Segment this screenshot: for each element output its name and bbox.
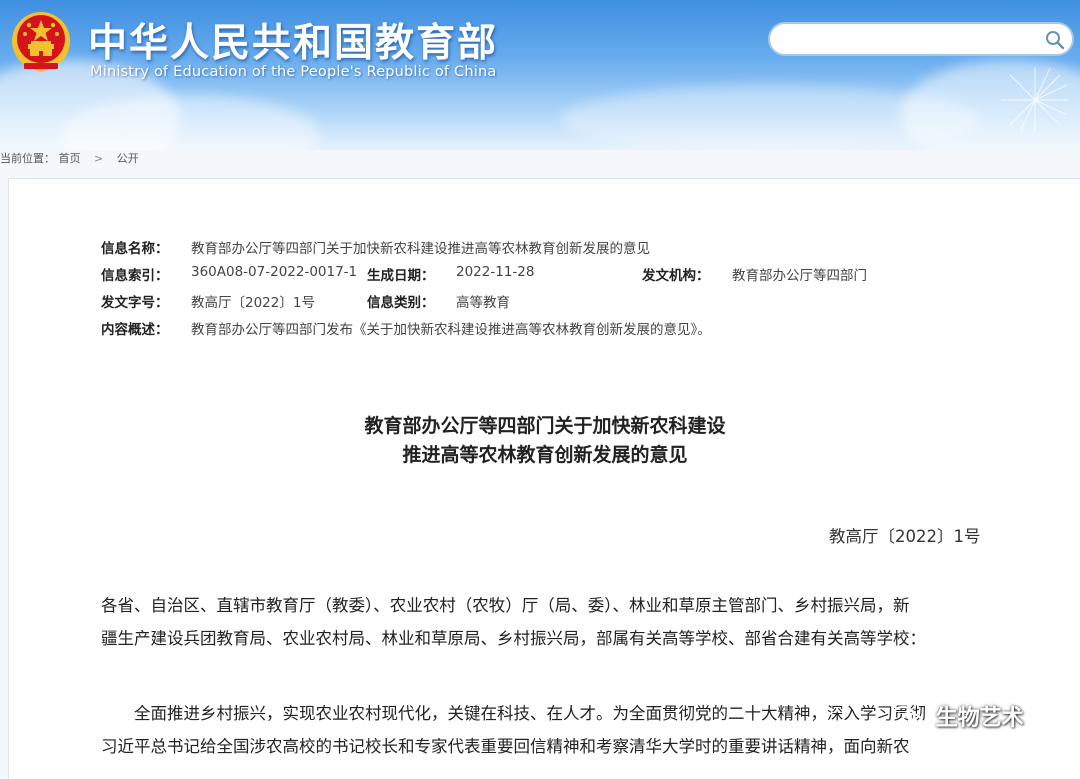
info-index-label: 信息索引： — [101, 268, 169, 284]
breadcrumb-label: 当前位置： — [0, 152, 55, 165]
document-number: 教高厅〔2022〕1号 — [829, 527, 981, 546]
info-index-value: 360A08-07-2022-0017-1 — [191, 264, 358, 280]
site-header: 中华人民共和国教育部 Ministry of Education of the … — [0, 0, 1080, 150]
info-category-value: 高等教育 — [456, 295, 510, 311]
info-date-label: 生成日期： — [367, 268, 435, 284]
search-input[interactable] — [782, 28, 1046, 52]
recipients-line-2: 疆生产建设兵团教育局、农业农村局、林业和草原局、乡村振兴局，部属有关高等学校、部… — [101, 629, 926, 648]
document-title-line-2: 推进高等农林教育创新发展的意见 — [402, 444, 688, 466]
info-name-value: 教育部办公厅等四部门关于加快新农科建设推进高等农林教育创新发展的意见 — [191, 241, 650, 257]
site-title[interactable]: 中华人民共和国教育部 — [88, 12, 498, 68]
document-title-line-1: 教育部办公厅等四部门关于加快新农科建设 — [364, 415, 726, 437]
breadcrumb-separator: > — [94, 152, 104, 165]
info-date-value: 2022-11-28 — [456, 264, 535, 280]
site-subtitle: Ministry of Education of the People's Re… — [90, 64, 497, 80]
watermark-text: 生物艺术 — [935, 706, 1024, 731]
info-name-label: 信息名称： — [101, 241, 169, 257]
info-docno-label: 发文字号： — [101, 295, 169, 311]
search-icon[interactable] — [1044, 29, 1066, 51]
watermark: 生物艺术 — [890, 700, 1024, 736]
wechat-icon — [890, 705, 924, 732]
info-docno-value: 教高厅〔2022〕1号 — [191, 295, 315, 311]
body-line-1: 全面推进乡村振兴，实现农业农村现代化，关键在科技、在人才。为全面贯彻党的二十大精… — [101, 704, 926, 723]
info-category-label: 信息类别： — [367, 295, 435, 311]
recipients-line-1: 各省、自治区、直辖市教育厅（教委）、农业农村（农牧）厅（局、委）、林业和草原主管… — [101, 596, 910, 615]
dandelion-decoration — [1002, 67, 1068, 133]
breadcrumb: 当前位置： 首页 > 公开 — [0, 150, 139, 170]
search-box[interactable] — [768, 22, 1074, 56]
info-summary-label: 内容概述： — [101, 322, 169, 338]
national-emblem-icon — [12, 12, 70, 73]
info-summary-value: 教育部办公厅等四部门发布《关于加快新农科建设推进高等农林教育创新发展的意见》。 — [191, 322, 711, 338]
info-agency-label: 发文机构： — [642, 268, 710, 284]
breadcrumb-public-link[interactable]: 公开 — [117, 150, 139, 166]
content-panel: 信息名称： 教育部办公厅等四部门关于加快新农科建设推进高等农林教育创新发展的意见… — [8, 178, 1080, 779]
body-line-2: 习近平总书记给全国涉农高校的书记校长和专家代表重要回信精神和考察清华大学时的重要… — [101, 737, 910, 756]
info-agency-value: 教育部办公厅等四部门 — [732, 268, 867, 284]
breadcrumb-home-link[interactable]: 首页 — [59, 150, 81, 166]
